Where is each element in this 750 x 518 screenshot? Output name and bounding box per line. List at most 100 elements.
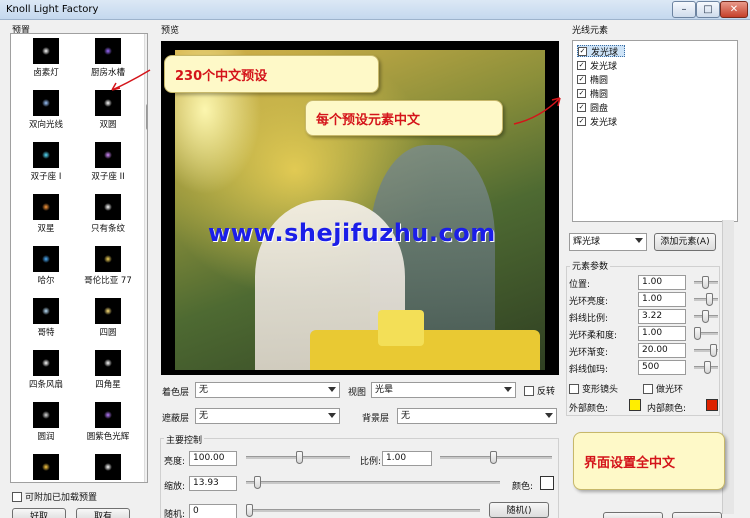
ok-button[interactable]: 好取 [12, 508, 66, 518]
preset-thumbnail [95, 142, 121, 168]
random-input[interactable]: 0 [189, 504, 237, 518]
callout-presets: 230个中文预设 [164, 55, 379, 93]
element-type-select[interactable]: 辉光球 [569, 233, 647, 251]
element-list-item[interactable]: ✓ 发光球 [577, 115, 623, 128]
load-extra-checkbox-box[interactable] [12, 491, 22, 502]
scale-slider[interactable] [440, 451, 552, 464]
element-visible-checkbox[interactable]: ✓ [577, 60, 586, 70]
param-input[interactable]: 1.00 [638, 275, 686, 290]
element-list-item[interactable]: ✓ 圆盘 [577, 101, 614, 114]
preset-item[interactable]: 双子座 I [15, 142, 77, 182]
random-slider[interactable] [246, 504, 480, 517]
element-list-item[interactable]: ✓ 椭圆 [577, 87, 614, 100]
param-input[interactable]: 500 [638, 360, 686, 375]
param-slider-knob[interactable] [694, 327, 701, 340]
scale-input[interactable]: 1.00 [382, 451, 432, 466]
preset-item[interactable]: 厨房水槽 [77, 38, 139, 78]
deform-lens-checkbox[interactable]: 变形镜头 [569, 382, 618, 395]
element-name: 椭圆 [590, 89, 609, 100]
scale-slider-knob[interactable] [490, 451, 497, 464]
param-input[interactable]: 1.00 [638, 292, 686, 307]
element-list-item[interactable]: ✓ 发光球 [577, 59, 623, 72]
preset-item[interactable]: 双圆 [77, 90, 139, 130]
view-select[interactable]: 光晕 [371, 382, 516, 398]
outer-color-swatch[interactable] [629, 399, 641, 411]
element-visible-checkbox[interactable]: ✓ [577, 88, 586, 98]
param-slider[interactable] [694, 276, 718, 289]
preset-item[interactable]: 双星 [15, 194, 77, 234]
presets-list[interactable]: 卤素灯 厨房水槽 双向光线 双圆 双子座 I 双子座 II 双星 只有条纹 哈尔 哥伦比亚 77 哥… [10, 33, 148, 483]
chevron-down-icon [504, 387, 512, 392]
preset-item[interactable]: 圆润 [15, 402, 77, 442]
param-input[interactable]: 20.00 [638, 343, 686, 358]
brightness-slider[interactable] [246, 451, 350, 464]
halo-checkbox[interactable]: 做光环 [643, 382, 683, 395]
zoom-input[interactable]: 13.93 [189, 476, 237, 491]
param-slider[interactable] [694, 310, 718, 323]
presets-scrollbar[interactable] [144, 34, 147, 482]
chevron-down-icon [635, 238, 643, 243]
cancel-button[interactable]: 取有 [76, 508, 130, 518]
bottom-button-left[interactable] [603, 512, 663, 518]
load-extra-presets-checkbox[interactable]: 可附加已加载预置 [12, 490, 97, 503]
element-name: 发光球 [590, 61, 618, 72]
param-slider-knob[interactable] [702, 310, 709, 323]
zoom-slider[interactable] [246, 476, 500, 489]
zoom-slider-knob[interactable] [254, 476, 261, 489]
bottom-button-right[interactable] [672, 512, 722, 518]
random-button[interactable]: 随机() [489, 502, 549, 518]
background-layer-select[interactable]: 无 [397, 408, 557, 424]
close-button[interactable]: ✕ [720, 1, 748, 18]
preset-item[interactable] [15, 454, 77, 482]
window-title: Knoll Light Factory [6, 4, 99, 15]
param-slider[interactable] [694, 344, 718, 357]
param-slider-knob[interactable] [704, 361, 711, 374]
random-slider-knob[interactable] [246, 504, 253, 517]
preset-thumbnail [95, 246, 121, 272]
param-slider-knob[interactable] [710, 344, 717, 357]
preset-item[interactable]: 卤素灯 [15, 38, 77, 78]
param-input[interactable]: 1.00 [638, 326, 686, 341]
preset-item[interactable]: 四条风扇 [15, 350, 77, 390]
elements-list[interactable]: ✓ 发光球 ✓ 发光球 ✓ 椭圆 ✓ 椭圆 ✓ 圆盘 ✓ 发光球 [572, 40, 738, 222]
param-slider[interactable] [694, 361, 718, 374]
preset-item[interactable]: 圆紫色光辉 [77, 402, 139, 442]
inner-color-swatch[interactable] [706, 399, 718, 411]
element-list-item[interactable]: ✓ 椭圆 [577, 73, 614, 86]
mask-layer-select[interactable]: 无 [195, 408, 340, 424]
element-visible-checkbox[interactable]: ✓ [578, 46, 587, 56]
preset-item[interactable]: 哥特 [15, 298, 77, 338]
add-element-button[interactable]: 添加元素(A) [654, 233, 716, 251]
preset-name: 卤素灯 [33, 68, 59, 78]
tint-layer-select[interactable]: 无 [195, 382, 340, 398]
param-slider[interactable] [694, 327, 718, 340]
preset-item[interactable]: 哈尔 [15, 246, 77, 286]
brightness-slider-knob[interactable] [296, 451, 303, 464]
param-slider[interactable] [694, 293, 718, 306]
preset-thumbnail [95, 194, 121, 220]
minimize-button[interactable]: – [672, 1, 696, 18]
scrollbar-thumb[interactable] [146, 104, 147, 130]
param-slider-knob[interactable] [702, 276, 709, 289]
brightness-input[interactable]: 100.00 [189, 451, 237, 466]
preset-item[interactable]: 四角星 [77, 350, 139, 390]
param-input[interactable]: 3.22 [638, 309, 686, 324]
preset-item[interactable]: 双子座 II [77, 142, 139, 182]
preset-item[interactable]: 哥伦比亚 77 [77, 246, 139, 286]
param-slider-knob[interactable] [706, 293, 713, 306]
element-list-item[interactable]: ✓ 发光球 [577, 45, 626, 58]
element-visible-checkbox[interactable]: ✓ [577, 74, 586, 84]
color-swatch[interactable] [540, 476, 554, 490]
element-visible-checkbox[interactable]: ✓ [577, 102, 586, 112]
preset-name: 四角星 [95, 380, 121, 390]
invert-checkbox-box[interactable] [524, 385, 534, 396]
preset-item[interactable]: 只有条纹 [77, 194, 139, 234]
maximize-button[interactable]: □ [696, 1, 720, 18]
preset-item[interactable]: 双向光线 [15, 90, 77, 130]
halo-checkbox-box[interactable] [643, 383, 653, 394]
deform-lens-checkbox-box[interactable] [569, 383, 579, 394]
invert-checkbox[interactable]: 反转 [524, 384, 555, 397]
preset-item[interactable] [77, 454, 139, 482]
preset-item[interactable]: 四圆 [77, 298, 139, 338]
element-visible-checkbox[interactable]: ✓ [577, 116, 586, 126]
